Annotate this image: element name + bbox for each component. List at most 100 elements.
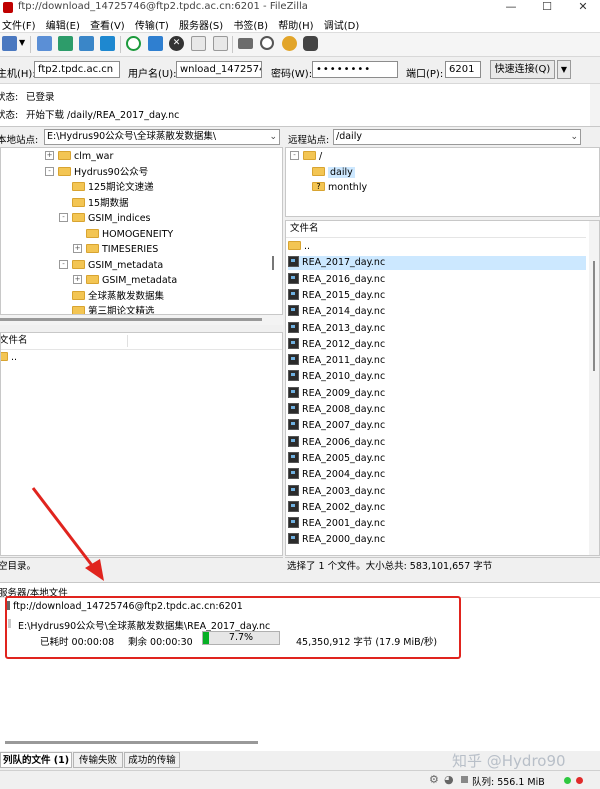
remote-file-item[interactable]: REA_2013_day.nc [288,321,586,336]
user-input[interactable]: wnload_14725746 [176,61,262,78]
toggle-remote-tree-icon[interactable] [79,36,94,51]
remote-tree-item[interactable]: ? monthly [312,181,367,195]
collapse-icon[interactable]: - [45,166,54,176]
hscrollbar-thumb[interactable] [0,318,262,321]
quickconnect-button[interactable]: 快速连接(Q) [490,60,555,79]
remote-file-item[interactable]: REA_2000_day.nc [288,533,586,547]
remote-list-scrollbar[interactable] [589,221,599,555]
tree-item-label: / [319,151,323,162]
collapse-icon[interactable]: - [59,259,68,269]
remote-file-item[interactable]: REA_2001_day.nc [288,517,586,531]
remote-file-item[interactable]: REA_2008_day.nc [288,403,586,417]
local-tree-item[interactable]: 全球蒸散发数据集 [59,290,164,304]
refresh-icon[interactable] [126,36,141,51]
menu-view[interactable]: 查看(V) [88,15,130,32]
menu-debug[interactable]: 调试(D) [322,15,365,32]
tab-failed-transfers[interactable]: 传输失败 [73,752,123,768]
local-tree-item[interactable]: - GSIM_indices [59,212,151,226]
menu-bookmarks[interactable]: 书签(B) [231,15,273,32]
local-tree-item[interactable]: + TIMESERIES [73,243,158,257]
minimize-button[interactable]: — [496,0,526,15]
remote-file-item[interactable]: REA_2016_day.nc [288,272,586,287]
menu-edit[interactable]: 编辑(E) [44,15,85,32]
remote-file-item[interactable]: .. [288,240,586,254]
chevron-down-icon[interactable]: ▼ [19,38,25,47]
gear-icon[interactable]: ⚙ [429,773,439,786]
find-files-icon[interactable] [303,36,318,51]
toggle-local-tree-icon[interactable] [58,36,73,51]
remote-file-item[interactable]: REA_2012_day.nc [288,337,586,352]
queue-hscrollbar[interactable] [5,741,258,744]
remote-file-item[interactable]: REA_2011_day.nc [288,354,586,368]
disconnect-icon[interactable] [191,36,206,51]
remote-file-item[interactable]: REA_2006_day.nc [288,435,586,450]
process-queue-icon[interactable] [148,36,163,51]
speed-limit-icon[interactable]: ◕ [444,773,454,786]
expand-icon[interactable]: + [45,151,54,160]
folder-icon [303,151,316,160]
toggle-queue-icon[interactable] [100,36,115,51]
local-tree-item[interactable]: + clm_war [45,150,113,164]
cancel-icon[interactable]: ✕ [169,36,184,51]
local-tree-item[interactable]: 15期数据 [59,197,129,211]
close-button[interactable]: ✕ [568,0,598,15]
remote-file-item[interactable]: REA_2009_day.nc [288,386,586,401]
host-input[interactable]: ftp2.tpdc.ac.cn [34,61,120,78]
search-icon[interactable] [260,36,274,50]
remote-file-name: REA_2005_day.nc [302,452,386,464]
sync-browse-icon[interactable] [282,36,297,51]
expand-icon[interactable]: + [73,275,82,284]
remote-file-item[interactable]: REA_2004_day.nc [288,468,586,482]
remote-tree-item[interactable]: daily [312,166,355,180]
tree-scrollbar-thumb[interactable] [272,256,274,270]
remote-file-item[interactable]: REA_2014_day.nc [288,305,586,319]
local-tree-item[interactable]: - Hydrus90公众号 [45,166,148,180]
reconnect-icon[interactable] [213,36,228,51]
menu-help[interactable]: 帮助(H) [276,15,318,32]
local-path-combo[interactable]: E:\Hydrus90公众号\全球蒸散发数据集\ ⌄ [44,129,280,145]
tab-successful-transfers[interactable]: 成功的传输 [124,752,180,768]
chevron-down-icon[interactable]: ⌄ [570,130,578,144]
remote-file-item[interactable]: REA_2010_day.nc [288,370,586,384]
filename-column-header[interactable]: 文件名 [1,333,28,349]
remote-file-name: REA_2002_day.nc [302,501,386,513]
local-tree-item[interactable]: 第三期论文精选 [59,305,155,314]
filename-column-header[interactable]: 文件名 [290,221,319,237]
remote-file-item[interactable]: REA_2003_day.nc [288,484,586,499]
local-tree-item[interactable]: HOMOGENEITY [73,228,173,242]
remote-path-combo[interactable]: /daily ⌄ [333,129,581,145]
file-icon [288,256,299,268]
password-input[interactable]: •••••••• [312,61,398,78]
expand-icon[interactable]: + [73,244,82,253]
collapse-icon[interactable]: - [59,213,68,222]
local-file-item[interactable]: .. [1,351,18,365]
local-tree-item[interactable]: + GSIM_metadata [73,274,177,288]
remote-file-item[interactable]: REA_2005_day.nc [288,451,586,466]
quickconnect-dropdown-button[interactable]: ▼ [557,60,571,79]
menu-server[interactable]: 服务器(S) [177,15,228,32]
menu-transfer[interactable]: 传输(T) [133,15,174,32]
remote-file-item[interactable]: REA_2002_day.nc [288,500,586,515]
remote-file-item[interactable]: REA_2007_day.nc [288,419,586,433]
remote-file-item[interactable]: REA_2015_day.nc [288,288,586,303]
local-tree-item[interactable]: - GSIM_metadata [59,259,163,273]
log-label: 状态: [0,110,19,121]
collapse-icon[interactable]: - [290,151,299,160]
tab-queued-files[interactable]: 列队的文件 (1) [0,752,72,768]
filter-icon[interactable] [238,38,253,49]
local-tree-hscrollbar[interactable] [0,315,283,325]
message-log: 状态: 已登录 状态: 开始下载 /daily/REA_2017_day.nc [0,84,600,127]
scrollbar-thumb[interactable] [593,261,595,371]
remote-file-item[interactable]: REA_2017_day.nc [288,256,586,271]
log-scrollbar[interactable] [590,84,600,126]
chevron-down-icon[interactable]: ⌄ [269,130,277,144]
remote-tree-item[interactable]: - / [290,150,322,164]
maximize-button[interactable]: ☐ [532,0,562,15]
local-file-name: .. [11,352,18,363]
port-input[interactable]: 6201 [445,61,481,78]
local-tree-item[interactable]: 125期论文速递 [59,181,154,195]
toggle-log-icon[interactable] [37,36,52,51]
menu-file[interactable]: 文件(F) [0,15,41,32]
site-manager-icon[interactable] [2,36,17,51]
file-icon [288,500,299,512]
